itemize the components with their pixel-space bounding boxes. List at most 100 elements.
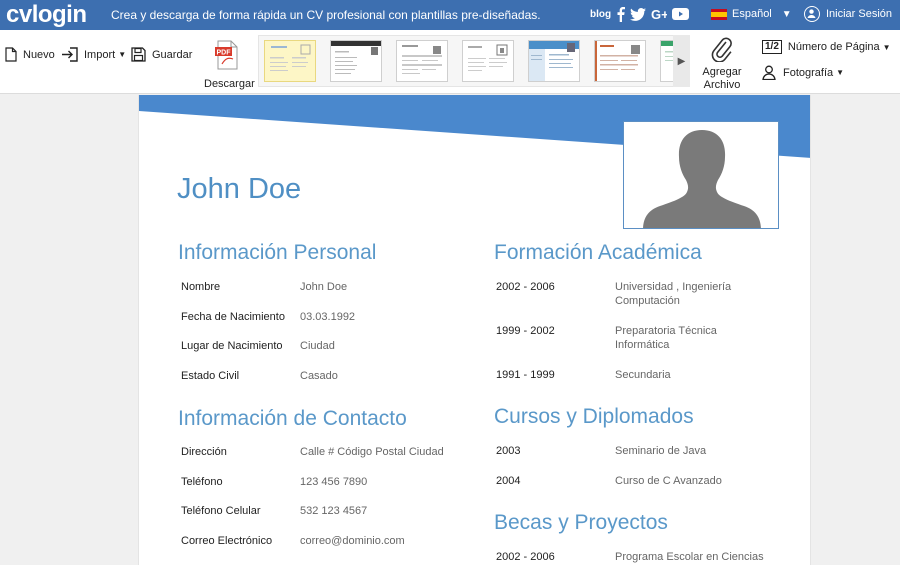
chevron-down-icon: ▼ bbox=[781, 8, 792, 20]
import-icon bbox=[62, 47, 78, 62]
cv-row-label: Dirección bbox=[181, 446, 227, 458]
user-icon bbox=[804, 6, 820, 22]
cv-row-value: Programa Escolar en Ciencias bbox=[615, 551, 764, 563]
youtube-icon[interactable] bbox=[672, 6, 689, 22]
cv-row-label: 1999 - 2002 bbox=[496, 325, 555, 337]
blog-link[interactable]: blog bbox=[590, 9, 611, 20]
toolbar: Nuevo Import ▼ Guardar PDF Descargar ▶ A… bbox=[0, 30, 900, 94]
cv-row[interactable]: 2004 Curso de C Avanzado bbox=[496, 474, 775, 504]
section-title-projects[interactable]: Becas y Proyectos bbox=[494, 511, 668, 535]
login-button[interactable]: Iniciar Sesión bbox=[804, 6, 892, 22]
cv-row-value: 532 123 4567 bbox=[300, 505, 368, 518]
new-document-icon bbox=[5, 47, 17, 62]
cv-row-label: 2002 - 2006 bbox=[496, 551, 555, 563]
cv-row[interactable]: Fecha de Nacimiento 03.03.1992 bbox=[181, 310, 450, 340]
cv-row-label: 2003 bbox=[496, 445, 521, 457]
google-plus-icon[interactable]: G+ bbox=[651, 6, 667, 22]
cv-row-label: Teléfono bbox=[181, 475, 223, 488]
cv-row-label: Lugar de Nacimiento bbox=[181, 340, 283, 353]
cv-name[interactable]: John Doe bbox=[177, 173, 301, 206]
template-gallery bbox=[258, 35, 690, 87]
paperclip-icon bbox=[711, 37, 732, 63]
cv-row-value: 03.03.1992 bbox=[300, 310, 356, 323]
cv-row[interactable]: Correo Electrónico correo@dominio.com bbox=[181, 534, 460, 564]
spain-flag-icon bbox=[711, 8, 727, 20]
cv-row-label: 2002 - 2006 bbox=[496, 281, 555, 293]
chevron-down-icon: ▼ bbox=[118, 50, 127, 59]
cv-row-value: Universidad , Ingeniería Computación bbox=[615, 281, 732, 307]
twitter-icon[interactable] bbox=[630, 6, 646, 22]
save-label: Guardar bbox=[152, 48, 193, 61]
tagline: Crea y descarga de forma rápida un CV pr… bbox=[111, 8, 541, 22]
import-button[interactable]: Import ▼ bbox=[61, 47, 126, 62]
cv-row-value: Casado bbox=[300, 370, 338, 383]
cv-row[interactable]: 1991 - 1999 Secundaria bbox=[496, 368, 755, 398]
language-label: Español bbox=[732, 8, 772, 20]
cv-row[interactable]: 2002 - 2006 Universidad , Ingeniería Comp… bbox=[496, 280, 755, 310]
cv-row-label: Nombre bbox=[181, 281, 221, 293]
svg-text:G+: G+ bbox=[651, 7, 667, 21]
photo-label: Fotografía bbox=[783, 66, 834, 79]
save-icon bbox=[131, 47, 146, 62]
save-button[interactable]: Guardar bbox=[131, 47, 192, 62]
template-thumbnail[interactable] bbox=[594, 40, 646, 82]
cv-row-value: Secundaria bbox=[615, 369, 671, 381]
cv-row-value: Calle # Código Postal Ciudad bbox=[300, 446, 444, 458]
cv-row-value: Seminario de Java bbox=[615, 445, 707, 457]
cv-row-label: 2004 bbox=[496, 475, 521, 487]
cv-row-value: Curso de C Avanzado bbox=[615, 475, 722, 487]
attach-file-button[interactable]: Agregar Archivo bbox=[700, 36, 744, 92]
chevron-down-icon: ▼ bbox=[882, 42, 891, 52]
cv-row[interactable]: Teléfono Celular 532 123 4567 bbox=[181, 504, 460, 534]
section-title-contact[interactable]: Información de Contacto bbox=[178, 407, 407, 431]
template-thumbnail[interactable] bbox=[330, 40, 382, 82]
cv-document: John Doe Información Personal Nombre John… bbox=[138, 95, 811, 565]
cv-row-label: 1991 - 1999 bbox=[496, 369, 555, 381]
svg-text:PDF: PDF bbox=[217, 50, 232, 57]
template-thumbnail[interactable] bbox=[528, 40, 580, 82]
template-thumbnail[interactable] bbox=[264, 40, 316, 82]
cv-row-value: 123 456 7890 bbox=[300, 475, 368, 488]
cv-row-value: Preparatoria Técnica Informática bbox=[615, 325, 717, 351]
cv-row[interactable]: Dirección Calle # Código Postal Ciudad bbox=[181, 445, 460, 475]
download-button[interactable]: PDF Descargar bbox=[204, 40, 255, 90]
cv-row-label: Correo Electrónico bbox=[181, 535, 273, 548]
profile-silhouette-icon bbox=[624, 122, 778, 228]
cv-row[interactable]: Teléfono 123 456 7890 bbox=[181, 475, 460, 505]
template-thumbnail[interactable] bbox=[396, 40, 448, 82]
page-number-icon: 1/2 bbox=[762, 40, 782, 54]
page-number-label: Número de Página bbox=[787, 41, 880, 53]
section-title-personal[interactable]: Información Personal bbox=[178, 241, 376, 265]
login-label: Iniciar Sesión bbox=[826, 8, 893, 20]
gallery-next-arrow[interactable]: ▶ bbox=[673, 35, 690, 87]
attach-file-label: Agregar Archivo bbox=[702, 66, 742, 91]
language-selector[interactable]: Español ▼ bbox=[711, 8, 792, 20]
cv-row[interactable]: 1999 - 2002 Preparatoria Técnica Informát… bbox=[496, 324, 755, 354]
page-number-button[interactable]: 1/2 Número de Página ▼ bbox=[762, 40, 891, 54]
person-icon bbox=[762, 65, 776, 80]
facebook-icon[interactable] bbox=[616, 6, 626, 22]
profile-photo[interactable] bbox=[623, 121, 779, 229]
download-label: Descargar bbox=[204, 78, 255, 90]
cv-row[interactable]: 2003 Seminario de Java bbox=[496, 444, 775, 474]
import-label: Import bbox=[84, 48, 116, 61]
cv-row-label: Estado Civil bbox=[181, 370, 240, 383]
new-button[interactable]: Nuevo bbox=[5, 47, 55, 62]
cv-row-label: Teléfono Celular bbox=[181, 505, 261, 518]
cv-row-value: Ciudad bbox=[300, 340, 335, 353]
section-title-education[interactable]: Formación Académica bbox=[494, 241, 702, 265]
cv-row[interactable]: 2002 - 2006 Programa Escolar en Ciencias bbox=[496, 550, 775, 565]
section-title-courses[interactable]: Cursos y Diplomados bbox=[494, 405, 694, 429]
cv-row[interactable]: Estado Civil Casado bbox=[181, 369, 450, 399]
cv-row[interactable]: Nombre John Doe bbox=[181, 280, 450, 310]
cv-row-value: correo@dominio.com bbox=[300, 535, 405, 548]
chevron-down-icon: ▼ bbox=[836, 68, 845, 77]
cv-row[interactable]: Lugar de Nacimiento Ciudad bbox=[181, 339, 450, 369]
cv-row-value: John Doe bbox=[300, 281, 348, 293]
template-thumbnail[interactable] bbox=[462, 40, 514, 82]
photo-button[interactable]: Fotografía ▼ bbox=[762, 65, 844, 80]
app-logo[interactable]: cvlogin bbox=[6, 1, 87, 29]
new-label: Nuevo bbox=[23, 48, 55, 61]
pdf-icon: PDF bbox=[215, 40, 238, 70]
top-bar: cvlogin Crea y descarga de forma rápida … bbox=[0, 0, 900, 30]
